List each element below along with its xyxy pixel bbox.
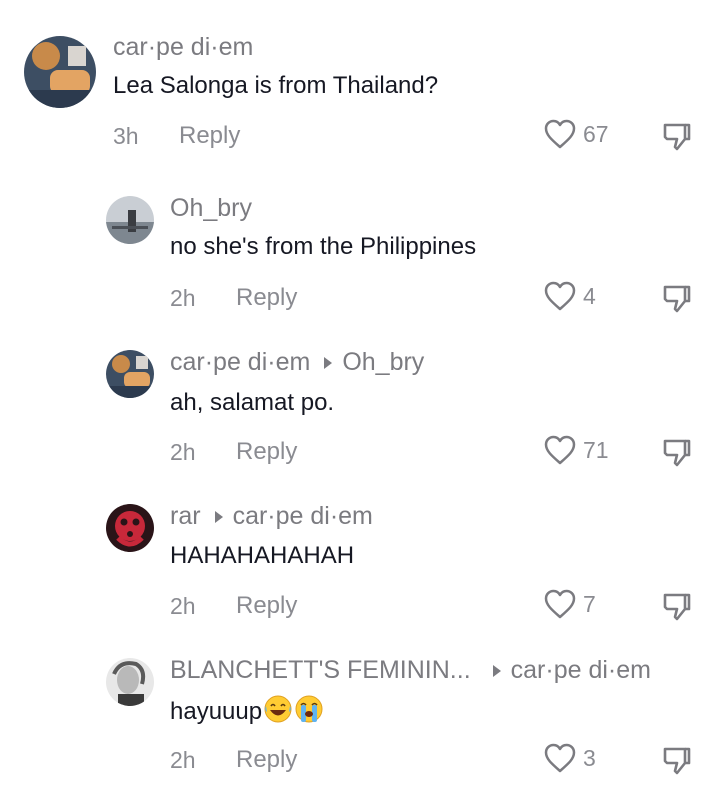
- like-button[interactable]: 3: [543, 742, 596, 774]
- comment-time: 2h: [170, 593, 196, 619]
- comment-text: Lea Salonga is from Thailand?: [113, 72, 439, 99]
- comment-header: car·pe di·em: [113, 33, 253, 62]
- reply-to-arrow-icon: [324, 356, 333, 369]
- dislike-button[interactable]: [662, 436, 692, 473]
- like-count: 3: [583, 744, 596, 771]
- like-count: 67: [583, 120, 609, 147]
- reply-button[interactable]: Reply: [236, 592, 297, 620]
- username[interactable]: car·pe di·em: [170, 348, 310, 377]
- reply-button[interactable]: Reply: [179, 122, 240, 150]
- dislike-button[interactable]: [662, 282, 692, 319]
- like-button[interactable]: 4: [543, 280, 596, 312]
- comment-time: 2h: [170, 439, 196, 465]
- avatar[interactable]: [106, 504, 154, 552]
- comment-item: BLANCHETT'S FEMININ... car·pe di·em hayu…: [0, 632, 720, 786]
- thumbs-down-icon: [663, 747, 691, 775]
- reply-to-arrow-icon: [492, 664, 501, 677]
- reply-to-arrow-icon: [214, 510, 223, 523]
- reply-button[interactable]: Reply: [236, 746, 297, 774]
- avatar[interactable]: [24, 36, 96, 108]
- comment-time: 2h: [170, 285, 196, 311]
- like-count: 7: [583, 590, 596, 617]
- user-photo-avatar-icon: [106, 504, 154, 552]
- user-photo-avatar-icon: [106, 350, 154, 398]
- thumbs-down-icon: [663, 439, 691, 467]
- user-photo-avatar-icon: [24, 36, 96, 108]
- like-button[interactable]: 71: [543, 434, 609, 466]
- username[interactable]: car·pe di·em: [113, 33, 253, 62]
- heart-icon: [544, 435, 576, 465]
- username[interactable]: rar: [170, 502, 201, 531]
- comment-header: car·pe di·em Oh_bry: [170, 348, 424, 377]
- like-button[interactable]: 7: [543, 588, 596, 620]
- dislike-button[interactable]: [662, 120, 692, 157]
- comment-item: rar car·pe di·em HAHAHAHAHAH 2h Reply 7: [0, 478, 720, 632]
- heart-icon: [544, 589, 576, 619]
- user-photo-avatar-icon: [106, 658, 154, 706]
- comment-text: HAHAHAHAHAH: [170, 542, 355, 569]
- comment-header: Oh_bry: [170, 194, 252, 223]
- reply-to-username[interactable]: car·pe di·em: [233, 502, 373, 531]
- like-count: 71: [583, 436, 609, 463]
- comment-item: car·pe di·em Oh_bry ah, salamat po. 2h R…: [0, 324, 720, 478]
- heart-icon: [544, 281, 576, 311]
- dislike-button[interactable]: [662, 590, 692, 627]
- thumbs-down-icon: [663, 123, 691, 151]
- heart-icon: [544, 119, 576, 149]
- comment-item: car·pe di·em Lea Salonga is from Thailan…: [0, 0, 720, 170]
- comment-text-content: hayuuup: [170, 697, 263, 725]
- like-button[interactable]: 67: [543, 118, 609, 150]
- dislike-button[interactable]: [662, 744, 692, 781]
- avatar[interactable]: [106, 350, 154, 398]
- heart-icon: [544, 743, 576, 773]
- thumbs-down-icon: [663, 285, 691, 313]
- comment-header: rar car·pe di·em: [170, 502, 373, 531]
- comment-text: hayuuup: [170, 694, 324, 731]
- reply-to-username[interactable]: car·pe di·em: [511, 656, 651, 685]
- avatar[interactable]: [106, 658, 154, 706]
- reply-button[interactable]: Reply: [236, 438, 297, 466]
- thumbs-down-icon: [663, 593, 691, 621]
- comment-time: 2h: [170, 747, 196, 773]
- reply-to-username[interactable]: Oh_bry: [342, 348, 424, 377]
- reply-button[interactable]: Reply: [236, 284, 297, 312]
- username[interactable]: Oh_bry: [170, 194, 252, 223]
- crying-emoji-icon: [294, 694, 324, 731]
- avatar[interactable]: [106, 196, 154, 244]
- comment-text: no she's from the Philippines: [170, 233, 477, 260]
- laughing-tears-emoji-icon: [263, 694, 293, 731]
- username[interactable]: BLANCHETT'S FEMININ...: [170, 656, 471, 685]
- comment-time: 3h: [113, 123, 139, 149]
- comment-header: BLANCHETT'S FEMININ... car·pe di·em: [170, 656, 651, 685]
- comment-item: Oh_bry no she's from the Philippines 2h …: [0, 170, 720, 324]
- user-photo-avatar-icon: [106, 196, 154, 244]
- comment-text: ah, salamat po.: [170, 389, 335, 416]
- like-count: 4: [583, 282, 596, 309]
